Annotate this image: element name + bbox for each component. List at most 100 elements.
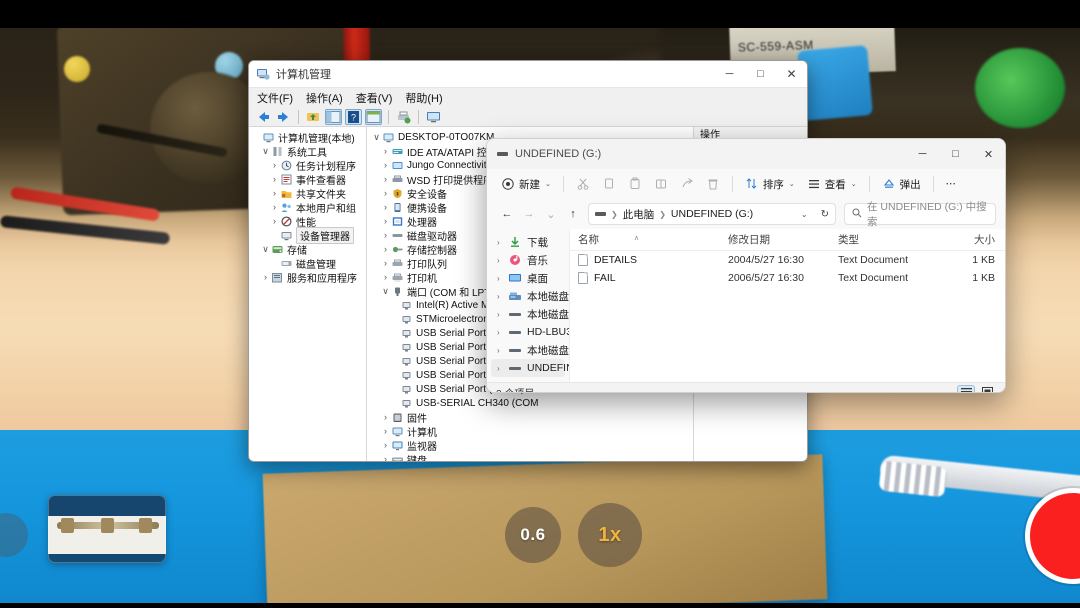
nav-item[interactable]: › 本地磁盘 (F:) bbox=[491, 341, 569, 359]
back-arrow-icon[interactable] bbox=[255, 109, 272, 125]
forward-arrow-icon[interactable] bbox=[275, 109, 292, 125]
chevron-right-icon[interactable]: › bbox=[497, 328, 508, 337]
cm-device-item[interactable]: › 计算机 bbox=[371, 424, 693, 439]
cm-tree-item[interactable]: › 本地用户和组 bbox=[251, 200, 366, 215]
chevron-right-icon[interactable]: › bbox=[497, 364, 508, 373]
tree-chevron-icon[interactable]: › bbox=[380, 258, 391, 268]
tree-chevron-icon[interactable]: › bbox=[380, 412, 391, 422]
tree-chevron-icon[interactable]: › bbox=[269, 160, 280, 170]
chevron-down-icon[interactable]: ⌄ bbox=[851, 180, 857, 188]
tree-chevron-icon[interactable]: › bbox=[269, 202, 280, 212]
nav-item[interactable]: › 本地磁盘 (C:) bbox=[491, 287, 569, 305]
refresh-icon[interactable]: ↻ bbox=[821, 209, 829, 220]
nav-item[interactable]: › UNDEFINED (G:) bbox=[491, 359, 569, 377]
cm-console-tree[interactable]: 计算机管理(本地) ∨ 系统工具 › 任务计划程序 › 事件查看器 › 共享文件夹 › 本地用户和组… bbox=[249, 127, 367, 461]
cm-tree-item[interactable]: › 服务和应用程序 bbox=[251, 270, 366, 285]
up-button[interactable]: ↑ bbox=[562, 203, 584, 225]
cm-device-item[interactable]: › 键盘 bbox=[371, 452, 693, 461]
cm-device-item[interactable]: › 监视器 bbox=[371, 438, 693, 453]
tree-chevron-icon[interactable]: › bbox=[380, 188, 391, 198]
tree-chevron-icon[interactable]: ∨ bbox=[260, 146, 271, 157]
cm-title-bar[interactable]: 计算机管理 ─ □ ✕ bbox=[249, 61, 807, 88]
menu-file[interactable]: 文件(F) bbox=[257, 90, 293, 106]
table-row[interactable]: DETAILS 2004/5/27 16:30 Text Document 1 KB bbox=[570, 251, 1005, 269]
menu-help[interactable]: 帮助(H) bbox=[405, 90, 442, 106]
zoom-0.6x-button[interactable]: 0.6 bbox=[505, 507, 561, 563]
column-header-type[interactable]: 类型 bbox=[830, 232, 935, 247]
tree-chevron-icon[interactable]: ∨ bbox=[380, 286, 391, 297]
cm-close-button[interactable]: ✕ bbox=[776, 61, 807, 88]
tree-chevron-icon[interactable]: › bbox=[269, 174, 280, 184]
eject-button[interactable]: 弹出 bbox=[876, 173, 927, 195]
chevron-down-icon[interactable]: ⌄ bbox=[545, 180, 551, 188]
column-header-name[interactable]: 名称 ∧ bbox=[570, 232, 720, 247]
tree-chevron-icon[interactable]: › bbox=[380, 146, 391, 156]
cm-tree-item[interactable]: ∨ 存储 bbox=[251, 242, 366, 257]
details-view-icon[interactable] bbox=[957, 384, 975, 392]
tree-chevron-icon[interactable]: › bbox=[380, 216, 391, 226]
fe-navigation-pane[interactable]: › 下载 › 音乐 › 桌面 › 本地磁盘 (C:) › 本地磁盘 (D:) › HD-LBU3 (E… bbox=[487, 229, 569, 382]
new-button[interactable]: 新建 ⌄ bbox=[495, 173, 557, 195]
view-button[interactable]: 查看 ⌄ bbox=[801, 173, 863, 195]
tree-chevron-icon[interactable]: › bbox=[269, 188, 280, 198]
cm-device-item[interactable]: USB-SERIAL CH340 (COM bbox=[371, 396, 693, 410]
cm-tree-item[interactable]: 磁盘管理 bbox=[251, 256, 366, 271]
tree-chevron-icon[interactable]: › bbox=[380, 440, 391, 450]
fe-maximize-button[interactable]: □ bbox=[939, 139, 972, 169]
cm-tree-item[interactable]: › 性能 bbox=[251, 214, 366, 229]
tree-chevron-icon[interactable]: ∨ bbox=[260, 244, 271, 255]
cm-tree-item[interactable]: › 任务计划程序 bbox=[251, 158, 366, 173]
tree-chevron-icon[interactable]: › bbox=[380, 160, 391, 170]
breadcrumb[interactable]: ❯ 此电脑 ❯ UNDEFINED (G:) ⌄ ↻ bbox=[588, 203, 836, 225]
nav-item[interactable]: › 下载 bbox=[491, 233, 565, 251]
back-button[interactable]: ← bbox=[496, 203, 518, 225]
recent-locations-button[interactable]: ⌄ bbox=[540, 203, 562, 225]
chevron-right-icon[interactable]: › bbox=[497, 382, 508, 383]
nav-item[interactable]: › 本地磁盘 (D:) bbox=[491, 305, 569, 323]
nav-item[interactable]: › 音乐 bbox=[491, 251, 565, 269]
fe-close-button[interactable]: ✕ bbox=[972, 139, 1005, 169]
chevron-right-icon[interactable]: › bbox=[497, 256, 508, 265]
column-header-size[interactable]: 大小 bbox=[935, 232, 1005, 247]
chevron-right-icon[interactable]: › bbox=[497, 238, 508, 247]
tree-chevron-icon[interactable]: › bbox=[380, 202, 391, 212]
tree-chevron-icon[interactable]: › bbox=[380, 174, 391, 184]
breadcrumb-item-this-pc[interactable]: 此电脑 bbox=[623, 207, 655, 222]
sort-button[interactable]: 排序 ⌄ bbox=[739, 173, 801, 195]
cm-minimize-button[interactable]: ─ bbox=[714, 61, 745, 88]
column-header-date[interactable]: 修改日期 bbox=[720, 232, 830, 247]
forward-button[interactable]: → bbox=[518, 203, 540, 225]
chevron-right-icon[interactable]: › bbox=[497, 274, 508, 283]
chevron-right-icon[interactable]: › bbox=[497, 346, 508, 355]
print-icon[interactable] bbox=[395, 109, 412, 125]
cm-tree-item[interactable]: ∨ 系统工具 bbox=[251, 144, 366, 159]
cm-tree-item[interactable]: 计算机管理(本地) bbox=[251, 130, 366, 145]
fe-title-bar[interactable]: UNDEFINED (G:) ─ □ ✕ bbox=[487, 139, 1005, 169]
help-icon[interactable]: ? bbox=[345, 108, 362, 125]
cm-tree-item[interactable]: › 共享文件夹 bbox=[251, 186, 366, 201]
fe-file-list[interactable]: 名称 ∧ 修改日期 类型 大小 DETAILS 2004/5/27 16:30 Te… bbox=[569, 229, 1005, 382]
cm-device-item[interactable]: › 固件 bbox=[371, 410, 693, 425]
tree-chevron-icon[interactable]: › bbox=[269, 216, 280, 226]
tree-chevron-icon[interactable]: › bbox=[380, 426, 391, 436]
chevron-down-icon[interactable]: ⌄ bbox=[789, 180, 795, 188]
properties-icon[interactable] bbox=[365, 108, 382, 125]
display-icon[interactable] bbox=[425, 109, 442, 125]
search-input[interactable]: 在 UNDEFINED (G:) 中搜索 bbox=[844, 201, 996, 228]
tree-chevron-icon[interactable]: › bbox=[380, 272, 391, 282]
breadcrumb-item-drive[interactable]: UNDEFINED (G:) bbox=[671, 208, 753, 220]
chevron-right-icon[interactable]: › bbox=[497, 292, 508, 301]
zoom-1x-button[interactable]: 1x bbox=[578, 503, 642, 567]
show-hide-console-tree-icon[interactable] bbox=[325, 108, 342, 125]
tree-chevron-icon[interactable]: › bbox=[380, 230, 391, 240]
more-button[interactable]: ⋯ bbox=[940, 173, 963, 195]
cm-tree-item[interactable]: › 事件查看器 bbox=[251, 172, 366, 187]
tree-chevron-icon[interactable]: › bbox=[260, 272, 271, 282]
nav-item[interactable]: › 桌面 bbox=[491, 269, 565, 287]
tree-chevron-icon[interactable]: › bbox=[380, 454, 391, 461]
up-folder-icon[interactable] bbox=[305, 109, 322, 125]
fe-minimize-button[interactable]: ─ bbox=[906, 139, 939, 169]
chevron-right-icon[interactable]: › bbox=[497, 310, 508, 319]
cm-maximize-button[interactable]: □ bbox=[745, 61, 776, 88]
nav-item[interactable]: › HD-LBU3 (E:) bbox=[491, 377, 569, 383]
